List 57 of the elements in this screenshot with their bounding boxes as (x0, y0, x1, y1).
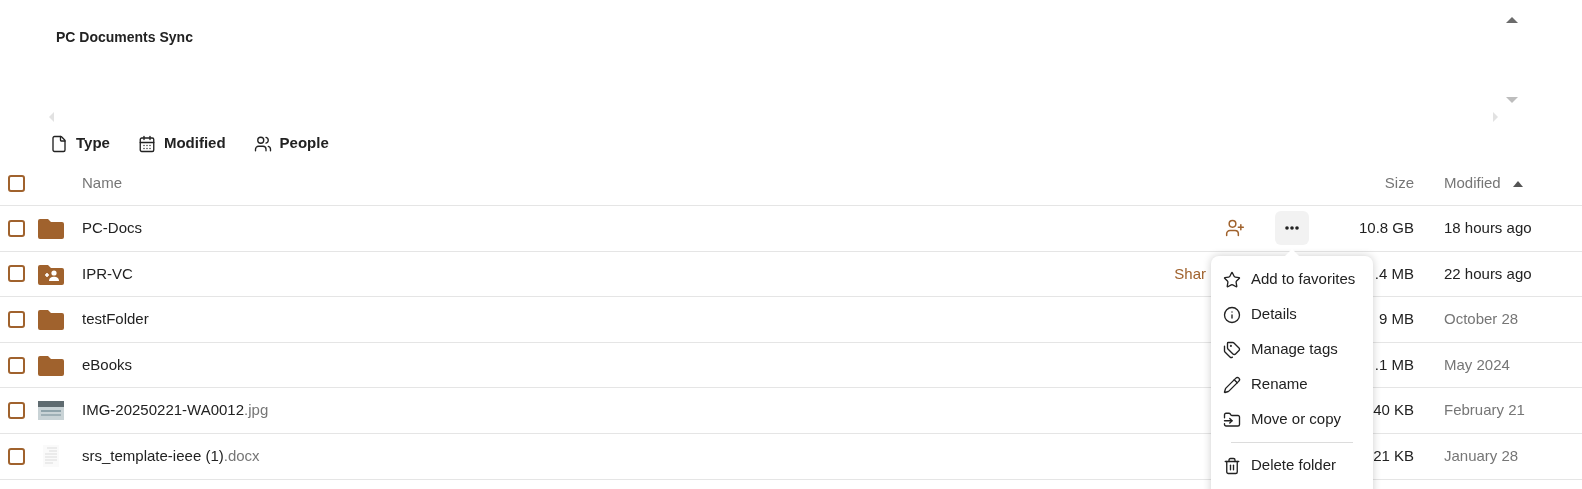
checkbox[interactable] (8, 447, 25, 465)
filter-button[interactable]: People (253, 132, 329, 155)
folder-icon (38, 217, 64, 240)
pencil-icon (1223, 375, 1241, 394)
shared-folder-icon (38, 262, 64, 285)
modified-cell-text: February 21 (1443, 400, 1526, 421)
menu-item[interactable]: Rename (1211, 367, 1373, 402)
trash-icon (1223, 456, 1241, 475)
info-icon (1223, 305, 1241, 324)
size-cell-text: 21 KB (1372, 446, 1414, 466)
column-header[interactable]: Modified (1444, 172, 1501, 195)
checkbox[interactable] (8, 175, 25, 192)
file-name[interactable]: IMG-20250221-WA0012.jpg (82, 399, 269, 422)
tag-icon (1223, 340, 1241, 359)
modified-cell-text: 22 hours ago (1443, 263, 1533, 284)
column-header[interactable]: Size (1384, 172, 1414, 195)
modified-cell-text: October 28 (1443, 309, 1520, 330)
file-name[interactable]: PC-Docs (82, 217, 142, 240)
menu-item[interactable]: Details (1211, 297, 1373, 332)
calendar-icon (137, 134, 156, 153)
star-icon (1223, 270, 1241, 289)
menu-item[interactable]: Delete folder (1211, 448, 1373, 483)
size-cell-text: 40 KB (1372, 400, 1414, 421)
folder-arrow-icon (1223, 410, 1241, 429)
menu-item[interactable]: Add to favorites (1211, 262, 1373, 297)
share-button[interactable] (1225, 218, 1245, 239)
share-link[interactable]: Shar (1174, 262, 1206, 286)
ellipsis-icon (1285, 226, 1299, 231)
menu-item[interactable]: Manage tags (1211, 332, 1373, 367)
folder-icon (38, 308, 64, 331)
checkbox[interactable] (8, 219, 25, 237)
menu-item[interactable]: Move or copy (1211, 402, 1373, 437)
file-name[interactable]: testFolder (82, 308, 149, 331)
scroll-up-icon[interactable] (1506, 17, 1518, 23)
size-cell-text: 9 MB (1378, 309, 1414, 330)
file-name[interactable]: IPR-VC (82, 262, 133, 286)
people-icon (253, 134, 272, 153)
checkbox[interactable] (8, 311, 25, 328)
add-person-icon (1225, 218, 1245, 239)
filter-button[interactable]: Type (50, 132, 110, 155)
modified-cell-text: January 28 (1443, 446, 1520, 466)
size-cell-text: 10.8 GB (1357, 218, 1414, 239)
image-thumbnail (38, 401, 64, 421)
more-button[interactable] (1275, 211, 1309, 246)
column-header[interactable]: Name (82, 174, 122, 192)
folder-icon (38, 354, 64, 377)
checkbox[interactable] (8, 402, 25, 420)
checkbox[interactable] (8, 265, 25, 283)
size-cell-text: .1 MB (1373, 354, 1414, 375)
file-name[interactable]: eBooks (82, 353, 133, 377)
modified-cell-text: May 2024 (1443, 354, 1511, 375)
modified-cell-text: 18 hours ago (1443, 218, 1533, 239)
page-title: PC Documents Sync (56, 28, 193, 47)
file-icon (50, 134, 68, 153)
checkbox[interactable] (8, 356, 25, 374)
filter-button[interactable]: Modified (137, 132, 226, 155)
file-name[interactable]: srs_template-ieee (1).docx (82, 445, 260, 468)
